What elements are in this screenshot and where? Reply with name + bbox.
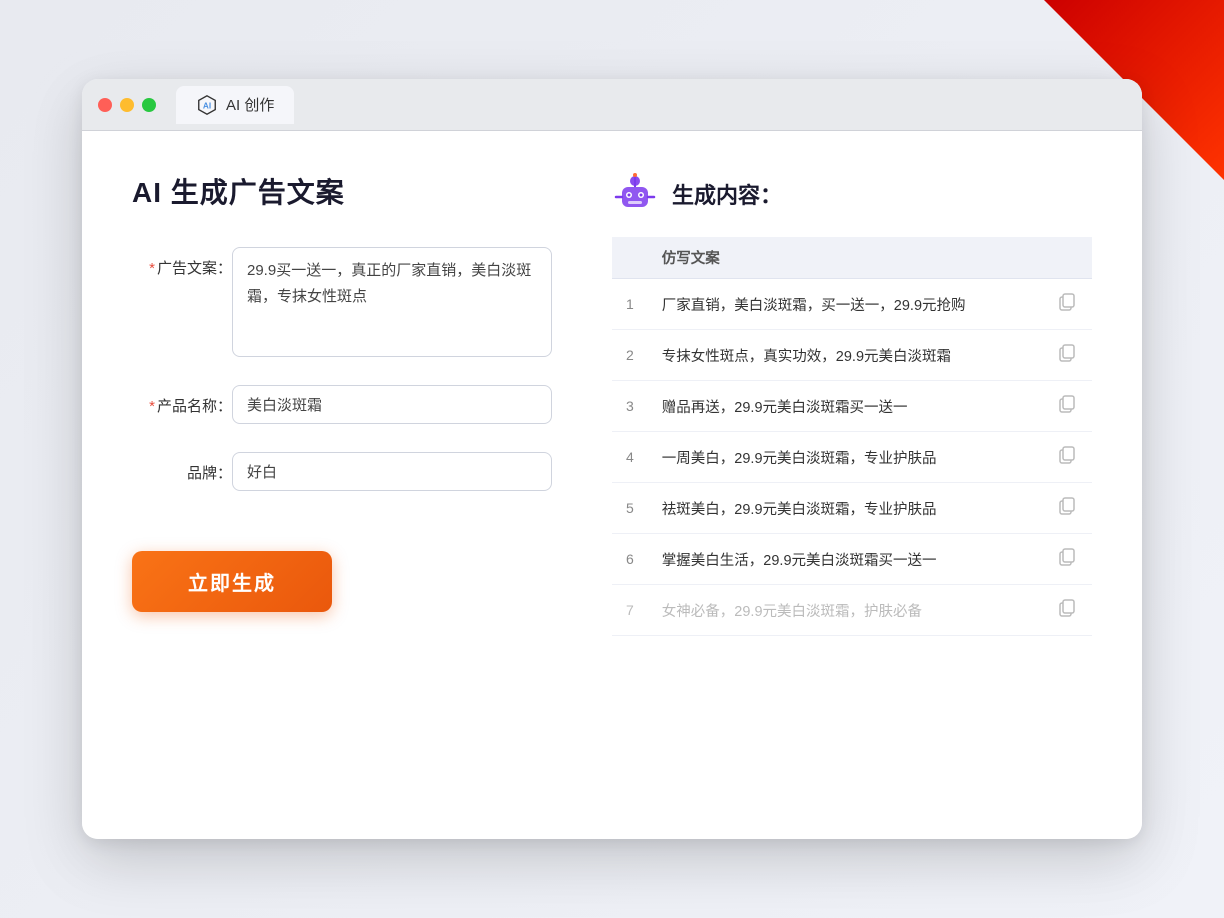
- copy-icon-cell[interactable]: [1042, 483, 1092, 534]
- browser-window: AI AI 创作 AI 生成广告文案 *广告文案： *产品名称：: [82, 79, 1142, 839]
- robot-icon: [612, 171, 658, 217]
- maximize-button[interactable]: [142, 98, 156, 112]
- row-number: 1: [612, 279, 648, 330]
- col-copy: [1042, 237, 1092, 279]
- table-row: 4一周美白，29.9元美白淡斑霜，专业护肤品: [612, 432, 1092, 483]
- row-number: 5: [612, 483, 648, 534]
- row-content: 赠品再送，29.9元美白淡斑霜买一送一: [648, 381, 1042, 432]
- form-group-product-name: *产品名称：: [132, 385, 552, 424]
- row-number: 3: [612, 381, 648, 432]
- col-num: [612, 237, 648, 279]
- col-content: 仿写文案: [648, 237, 1042, 279]
- browser-body: AI 生成广告文案 *广告文案： *产品名称： 品牌： 立: [82, 131, 1142, 839]
- copy-icon[interactable]: [1056, 597, 1078, 619]
- copy-icon-cell[interactable]: [1042, 432, 1092, 483]
- row-content: 掌握美白生活，29.9元美白淡斑霜买一送一: [648, 534, 1042, 585]
- copy-icon[interactable]: [1056, 393, 1078, 415]
- ai-tab-icon: AI: [196, 94, 218, 116]
- product-name-label: *产品名称：: [132, 385, 232, 416]
- table-row: 3赠品再送，29.9元美白淡斑霜买一送一: [612, 381, 1092, 432]
- row-number: 2: [612, 330, 648, 381]
- traffic-lights: [98, 98, 156, 112]
- row-number: 7: [612, 585, 648, 636]
- row-content: 一周美白，29.9元美白淡斑霜，专业护肤品: [648, 432, 1042, 483]
- submit-button[interactable]: 立即生成: [132, 551, 332, 612]
- brand-input[interactable]: [232, 452, 552, 491]
- row-content: 女神必备，29.9元美白淡斑霜，护肤必备: [648, 585, 1042, 636]
- results-title: 生成内容：: [672, 178, 782, 210]
- product-name-required: *: [149, 398, 155, 415]
- form-group-brand: 品牌：: [132, 452, 552, 491]
- close-button[interactable]: [98, 98, 112, 112]
- ad-copy-input[interactable]: [232, 247, 552, 357]
- table-row: 7女神必备，29.9元美白淡斑霜，护肤必备: [612, 585, 1092, 636]
- copy-icon-cell[interactable]: [1042, 330, 1092, 381]
- copy-icon-cell[interactable]: [1042, 534, 1092, 585]
- table-row: 1厂家直销，美白淡斑霜，买一送一，29.9元抢购: [612, 279, 1092, 330]
- form-group-ad-copy: *广告文案：: [132, 247, 552, 357]
- row-content: 厂家直销，美白淡斑霜，买一送一，29.9元抢购: [648, 279, 1042, 330]
- copy-icon[interactable]: [1056, 546, 1078, 568]
- copy-icon-cell[interactable]: [1042, 381, 1092, 432]
- row-content: 专抹女性斑点，真实功效，29.9元美白淡斑霜: [648, 330, 1042, 381]
- table-row: 6掌握美白生活，29.9元美白淡斑霜买一送一: [612, 534, 1092, 585]
- page-title: AI 生成广告文案: [132, 171, 552, 211]
- brand-label: 品牌：: [132, 452, 232, 483]
- results-header: 生成内容：: [612, 171, 1092, 217]
- row-number: 4: [612, 432, 648, 483]
- copy-icon[interactable]: [1056, 291, 1078, 313]
- right-panel: 生成内容： 仿写文案 1厂家直销，美白淡斑霜，买一送一，29.9元抢购 2专抹女…: [612, 171, 1092, 799]
- ad-copy-required: *: [149, 260, 155, 277]
- row-content: 祛斑美白，29.9元美白淡斑霜，专业护肤品: [648, 483, 1042, 534]
- table-row: 5祛斑美白，29.9元美白淡斑霜，专业护肤品: [612, 483, 1092, 534]
- copy-icon[interactable]: [1056, 495, 1078, 517]
- row-number: 6: [612, 534, 648, 585]
- minimize-button[interactable]: [120, 98, 134, 112]
- product-name-input[interactable]: [232, 385, 552, 424]
- copy-icon[interactable]: [1056, 342, 1078, 364]
- svg-text:AI: AI: [203, 101, 211, 110]
- table-row: 2专抹女性斑点，真实功效，29.9元美白淡斑霜: [612, 330, 1092, 381]
- copy-icon[interactable]: [1056, 444, 1078, 466]
- tab-ai-creation[interactable]: AI AI 创作: [176, 86, 294, 124]
- tab-label: AI 创作: [226, 94, 274, 115]
- left-panel: AI 生成广告文案 *广告文案： *产品名称： 品牌： 立: [132, 171, 552, 799]
- copy-icon-cell[interactable]: [1042, 585, 1092, 636]
- browser-titlebar: AI AI 创作: [82, 79, 1142, 131]
- ad-copy-label: *广告文案：: [132, 247, 232, 278]
- copy-icon-cell[interactable]: [1042, 279, 1092, 330]
- results-table: 仿写文案 1厂家直销，美白淡斑霜，买一送一，29.9元抢购 2专抹女性斑点，真实…: [612, 237, 1092, 636]
